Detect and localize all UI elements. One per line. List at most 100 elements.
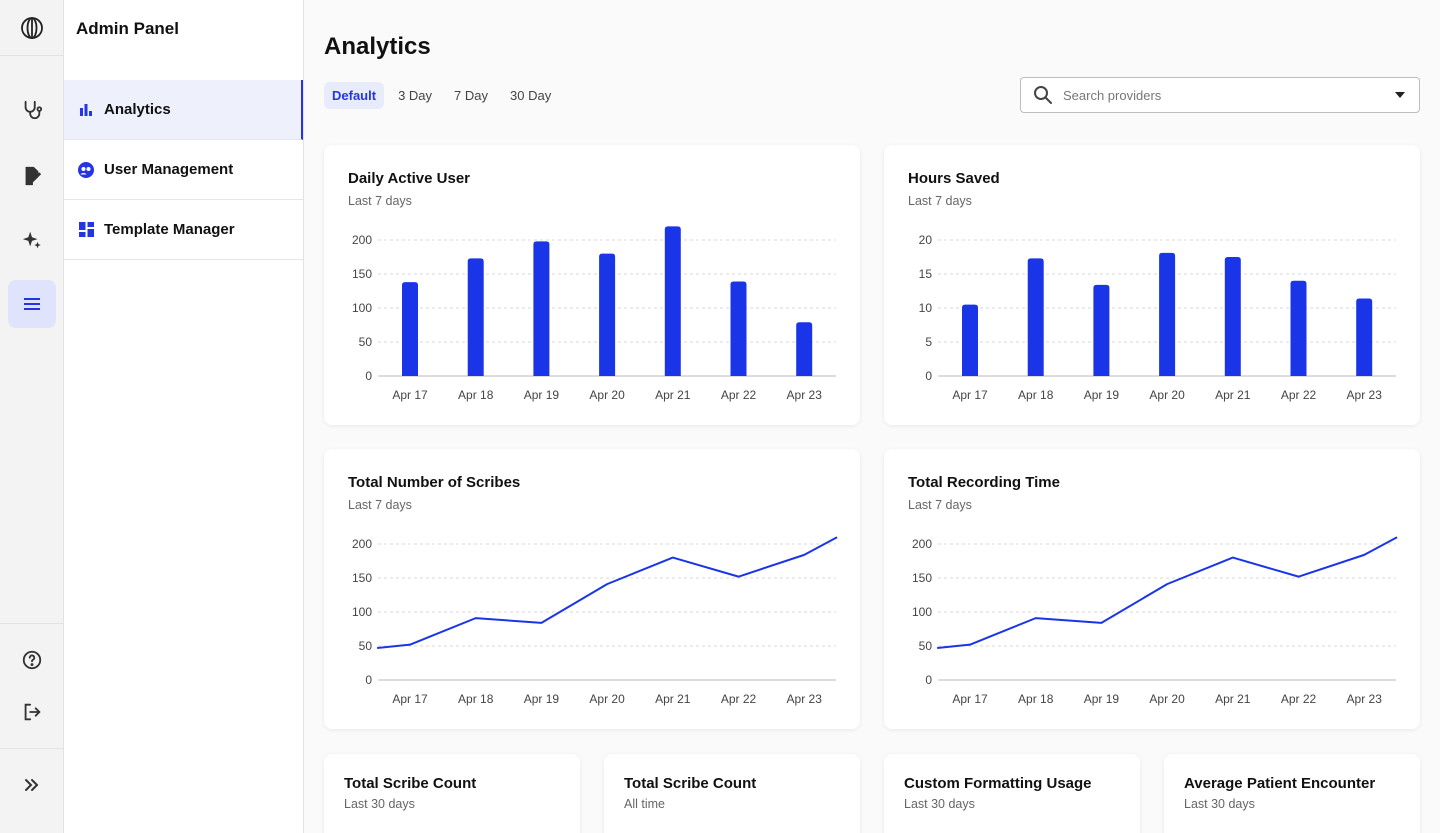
x-tick-label: Apr 21 xyxy=(1215,388,1251,402)
bar xyxy=(467,258,484,376)
menu-icon[interactable] xyxy=(8,280,56,328)
total-recording-time-chart: 0 50 100 150 200 Apr 17 Apr 18 Apr 19 Apr 20 Apr … xyxy=(912,536,1398,706)
x-tick-label: Apr 20 xyxy=(1149,692,1185,706)
stat-card-average-patient-encounter: Average Patient Encounter Last 30 days xyxy=(1164,754,1420,833)
x-tick-label: Apr 19 xyxy=(1084,388,1120,402)
x-tick-label: Apr 20 xyxy=(589,388,625,402)
series-line xyxy=(377,536,838,650)
y-tick-label: 150 xyxy=(912,571,932,585)
filter-3-day[interactable]: 3 Day xyxy=(390,82,440,109)
panel-title: Admin Panel xyxy=(76,19,179,38)
x-tick-label: Apr 20 xyxy=(589,692,625,706)
stat-title: Custom Formatting Usage xyxy=(904,775,1092,792)
bar xyxy=(1159,252,1176,376)
bar xyxy=(1027,258,1044,376)
x-tick-label: Apr 18 xyxy=(1018,388,1054,402)
bar xyxy=(664,226,681,376)
logo-icon[interactable] xyxy=(0,0,63,56)
bar xyxy=(533,241,550,376)
stat-card-custom-formatting: Custom Formatting Usage Last 30 days xyxy=(884,754,1140,833)
x-tick-label: Apr 21 xyxy=(1215,692,1251,706)
y-tick-label: 50 xyxy=(359,639,373,653)
x-tick-label: Apr 17 xyxy=(952,388,988,402)
daily-active-user-chart: 0 50 100 150 200 Apr 17 Apr 18 Apr 19 Apr 20 Apr … xyxy=(352,226,836,402)
provider-search[interactable] xyxy=(1020,77,1420,113)
stat-subtitle: All time xyxy=(624,797,665,811)
filter-7-day[interactable]: 7 Day xyxy=(446,82,496,109)
document-edit-icon[interactable] xyxy=(8,152,56,200)
nav-item-template-manager[interactable]: Template Manager xyxy=(64,200,303,260)
y-tick-label: 100 xyxy=(912,605,932,619)
x-tick-label: Apr 18 xyxy=(458,692,494,706)
chart-card-total-scribes: Total Number of Scribes Last 7 days 0 50 1… xyxy=(324,449,860,729)
search-input[interactable] xyxy=(1063,87,1395,103)
stat-subtitle: Last 30 days xyxy=(344,797,415,811)
chart-card-hours-saved: Hours Saved Last 7 days 0 5 10 15 20 Apr 17 Ap… xyxy=(884,145,1420,425)
x-tick-label: Apr 17 xyxy=(392,692,428,706)
x-tick-label: Apr 21 xyxy=(655,388,691,402)
hours-saved-chart: 0 5 10 15 20 Apr 17 Apr 18 Apr 19 Apr 20 Apr 21 Ap… xyxy=(919,233,1396,402)
x-tick-label: Apr 21 xyxy=(655,692,691,706)
bar xyxy=(1356,298,1373,376)
chart-card-daily-active-user: Daily Active User Last 7 days 0 50 100 150 2… xyxy=(324,145,860,425)
x-tick-label: Apr 17 xyxy=(952,692,988,706)
x-tick-label: Apr 22 xyxy=(1281,692,1317,706)
stat-title: Average Patient Encounter xyxy=(1184,775,1376,792)
logout-icon[interactable] xyxy=(8,688,56,736)
y-tick-label: 100 xyxy=(352,605,372,619)
x-tick-label: Apr 19 xyxy=(1084,692,1120,706)
y-tick-label: 15 xyxy=(919,267,933,281)
grid-icon xyxy=(78,222,94,238)
nav-item-analytics[interactable]: Analytics xyxy=(64,80,303,140)
filter-30-day[interactable]: 30 Day xyxy=(502,82,559,109)
x-tick-label: Apr 22 xyxy=(1281,388,1317,402)
nav-item-label: Template Manager xyxy=(104,221,235,238)
y-tick-label: 150 xyxy=(352,571,372,585)
y-tick-label: 5 xyxy=(925,335,932,349)
nav-sidebar: Admin Panel Analytics User Management Te… xyxy=(64,0,304,833)
y-tick-label: 50 xyxy=(919,639,933,653)
x-tick-label: Apr 19 xyxy=(524,692,560,706)
y-tick-label: 50 xyxy=(359,335,373,349)
help-icon[interactable] xyxy=(8,636,56,684)
bar xyxy=(599,253,616,376)
x-tick-label: Apr 18 xyxy=(458,388,494,402)
y-tick-label: 200 xyxy=(912,537,932,551)
y-tick-label: 100 xyxy=(352,301,372,315)
x-tick-label: Apr 19 xyxy=(524,388,560,402)
rail-divider xyxy=(0,748,63,749)
nav-item-label: User Management xyxy=(104,161,234,178)
x-tick-label: Apr 23 xyxy=(1347,692,1383,706)
bar xyxy=(1290,280,1307,376)
x-tick-label: Apr 23 xyxy=(1347,388,1383,402)
filter-default[interactable]: Default xyxy=(324,82,385,109)
stat-card-total-scribe-count-30d: Total Scribe Count Last 30 days xyxy=(324,754,580,833)
stat-title: Total Scribe Count xyxy=(624,775,757,792)
bar xyxy=(730,281,747,376)
series-line xyxy=(937,536,1398,650)
y-tick-label: 200 xyxy=(352,537,372,551)
expand-icon[interactable] xyxy=(8,761,56,809)
stat-title: Total Scribe Count xyxy=(344,775,477,792)
y-tick-label: 10 xyxy=(919,301,933,315)
search-icon xyxy=(1033,85,1053,105)
sparkle-icon[interactable] xyxy=(8,216,56,264)
page-title: Analytics xyxy=(324,33,431,60)
stat-card-total-scribe-count-all: Total Scribe Count All time xyxy=(604,754,860,833)
y-tick-label: 0 xyxy=(365,369,372,383)
y-tick-label: 0 xyxy=(925,673,932,687)
bar xyxy=(1224,257,1241,376)
icon-rail xyxy=(0,0,64,833)
chart-card-total-recording-time: Total Recording Time Last 7 days 0 50 100 1… xyxy=(884,449,1420,729)
users-icon xyxy=(78,161,94,178)
x-tick-label: Apr 18 xyxy=(1018,692,1054,706)
y-tick-label: 200 xyxy=(352,233,372,247)
x-tick-label: Apr 17 xyxy=(392,388,428,402)
nav-item-user-management[interactable]: User Management xyxy=(64,140,303,200)
x-tick-label: Apr 22 xyxy=(721,388,757,402)
dropdown-caret-icon[interactable] xyxy=(1395,92,1405,98)
stethoscope-icon[interactable] xyxy=(8,86,56,134)
x-tick-label: Apr 22 xyxy=(721,692,757,706)
y-tick-label: 20 xyxy=(919,233,933,247)
y-tick-label: 150 xyxy=(352,267,372,281)
